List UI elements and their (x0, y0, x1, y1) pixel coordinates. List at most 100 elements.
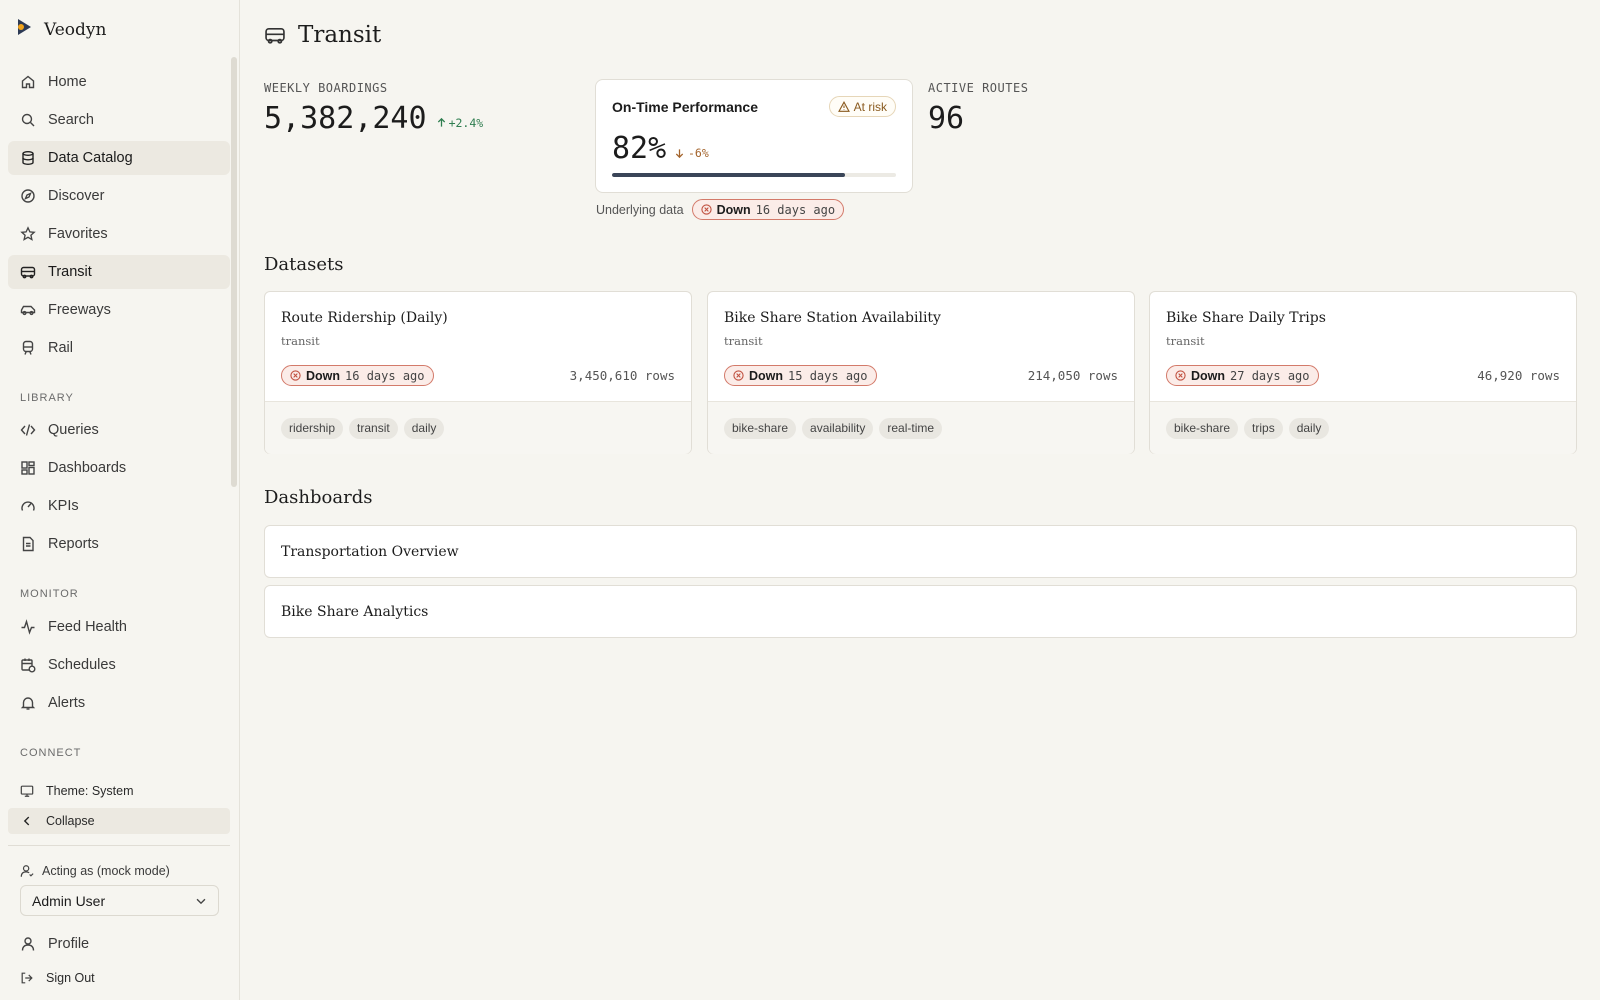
sign-out-label: Sign Out (46, 971, 95, 985)
profile-label: Profile (48, 936, 90, 952)
code-icon (20, 424, 36, 436)
sidebar-item-label: Queries (48, 422, 99, 438)
badge-label: At risk (853, 99, 887, 114)
person-icon (21, 937, 35, 951)
dataset-domain: transit (724, 334, 763, 348)
dashboard-row[interactable]: Bike Share Analytics (264, 585, 1577, 638)
tag[interactable]: trips (1244, 417, 1283, 439)
bell-icon (20, 697, 36, 710)
tag[interactable]: transit (349, 417, 398, 439)
sign-out-link[interactable]: Sign Out (8, 965, 230, 991)
kpi-active-routes: ACTIVE ROUTES 96 (928, 81, 1028, 136)
x-circle-icon (700, 204, 712, 215)
status-relative-time: 27 days ago (1230, 368, 1310, 383)
status-badge: Down 16 days ago (281, 365, 434, 386)
profile-link[interactable]: Profile (8, 927, 230, 961)
section-label-monitor: MONITOR (20, 588, 79, 600)
status-word: Down (716, 202, 751, 217)
log-out-icon (21, 972, 33, 984)
tag[interactable]: ridership (281, 417, 344, 439)
collapse-label: Collapse (46, 814, 95, 828)
dashboard-row[interactable]: Transportation Overview (264, 525, 1577, 578)
sidebar-item-favorites[interactable]: Favorites (8, 217, 230, 251)
brand-name: Veodyn (44, 19, 107, 40)
tag[interactable]: bike-share (1166, 417, 1239, 439)
status-word: Down (1191, 368, 1226, 383)
sidebar-divider (8, 845, 230, 846)
brand[interactable]: Veodyn (14, 16, 106, 43)
kpi-value: 96 (928, 101, 965, 136)
star-icon (20, 226, 36, 241)
sidebar-item-home[interactable]: Home (8, 65, 230, 99)
x-circle-icon (733, 370, 744, 381)
kpi-card-on-time-performance[interactable]: On-Time Performance At risk 82% -6% (595, 79, 913, 193)
user-icon (20, 865, 34, 877)
sidebar-item-search[interactable]: Search (8, 103, 230, 137)
x-circle-icon (1175, 370, 1186, 381)
kpi-label: WEEKLY BOARDINGS (264, 81, 388, 95)
dataset-tags: ridership transit daily (265, 401, 691, 454)
dataset-card[interactable]: Route Ridership (Daily) transit Down 16 … (264, 291, 692, 454)
tag[interactable]: real-time (879, 417, 943, 439)
kpi-value: 5,382,240 (264, 101, 427, 136)
acting-label: Acting as (mock mode) (42, 864, 170, 878)
kpi-value: 82% (612, 131, 667, 166)
document-icon (22, 536, 34, 552)
sidebar: Veodyn Home Search Data Catalog Discover… (0, 0, 240, 1000)
theme-toggle[interactable]: Theme: System (8, 778, 230, 804)
progress-fill (612, 173, 845, 177)
tag[interactable]: daily (1288, 417, 1330, 439)
underlying-data: Underlying data Down 16 days ago (596, 199, 845, 220)
sidebar-item-dashboards[interactable]: Dashboards (8, 451, 230, 485)
sidebar-item-feed-health[interactable]: Feed Health (8, 610, 230, 644)
kpi-delta-wrap: -6% (674, 146, 709, 160)
kpi-weekly-boardings: WEEKLY BOARDINGS 5,382,240 +2.4% (264, 81, 483, 136)
status-badge: Down 15 days ago (724, 365, 877, 386)
sidebar-item-data-catalog[interactable]: Data Catalog (8, 141, 230, 175)
bus-icon (20, 266, 36, 279)
status-word: Down (306, 368, 341, 383)
sidebar-item-rail[interactable]: Rail (8, 331, 230, 365)
sidebar-item-freeways[interactable]: Freeways (8, 293, 230, 327)
sidebar-item-label: Home (48, 74, 87, 90)
car-icon (20, 305, 36, 316)
dataset-name: Bike Share Daily Trips (1166, 310, 1326, 326)
x-circle-icon (290, 370, 301, 381)
chevron-down-icon (196, 898, 206, 904)
sidebar-item-label: Feed Health (48, 619, 127, 635)
dataset-row-count: 3,450,610 rows (569, 368, 675, 383)
sidebar-item-alerts[interactable]: Alerts (8, 686, 230, 720)
section-label-library: LIBRARY (20, 392, 74, 404)
acting-user-select[interactable]: Admin User (20, 885, 219, 916)
sidebar-item-schedules[interactable]: Schedules (8, 648, 230, 682)
status-badge: Down 27 days ago (1166, 365, 1319, 386)
sidebar-item-discover[interactable]: Discover (8, 179, 230, 213)
sidebar-item-reports[interactable]: Reports (8, 527, 230, 561)
sidebar-item-label: Alerts (48, 695, 86, 711)
sidebar-item-label: Schedules (48, 657, 116, 673)
train-icon (22, 340, 34, 355)
dataset-row-count: 46,920 rows (1477, 368, 1560, 383)
acting-as: Acting as (mock mode) (20, 864, 170, 878)
dataset-card[interactable]: Bike Share Station Availability transit … (707, 291, 1135, 454)
page-header: Transit (264, 22, 381, 48)
sidebar-item-queries[interactable]: Queries (8, 413, 230, 447)
main-content: Transit WEEKLY BOARDINGS 5,382,240 +2.4%… (240, 0, 1600, 1000)
collapse-button[interactable]: Collapse (8, 808, 230, 834)
dataset-card[interactable]: Bike Share Daily Trips transit Down 27 d… (1149, 291, 1577, 454)
status-badge[interactable]: Down 16 days ago (691, 199, 845, 220)
sidebar-item-kpis[interactable]: KPIs (8, 489, 230, 523)
datasets-heading: Datasets (264, 254, 344, 275)
sidebar-item-transit[interactable]: Transit (8, 255, 230, 289)
dashboard-name: Transportation Overview (281, 543, 459, 560)
sidebar-scrollbar[interactable] (231, 57, 237, 487)
tag[interactable]: availability (802, 417, 874, 439)
database-icon (22, 151, 34, 166)
dataset-tags: bike-share trips daily (1150, 401, 1576, 454)
gauge-icon (21, 501, 35, 511)
at-risk-badge: At risk (828, 96, 896, 117)
arrow-down-icon (675, 148, 684, 158)
tag[interactable]: bike-share (724, 417, 797, 439)
tag[interactable]: daily (403, 417, 445, 439)
page-title: Transit (298, 22, 382, 48)
